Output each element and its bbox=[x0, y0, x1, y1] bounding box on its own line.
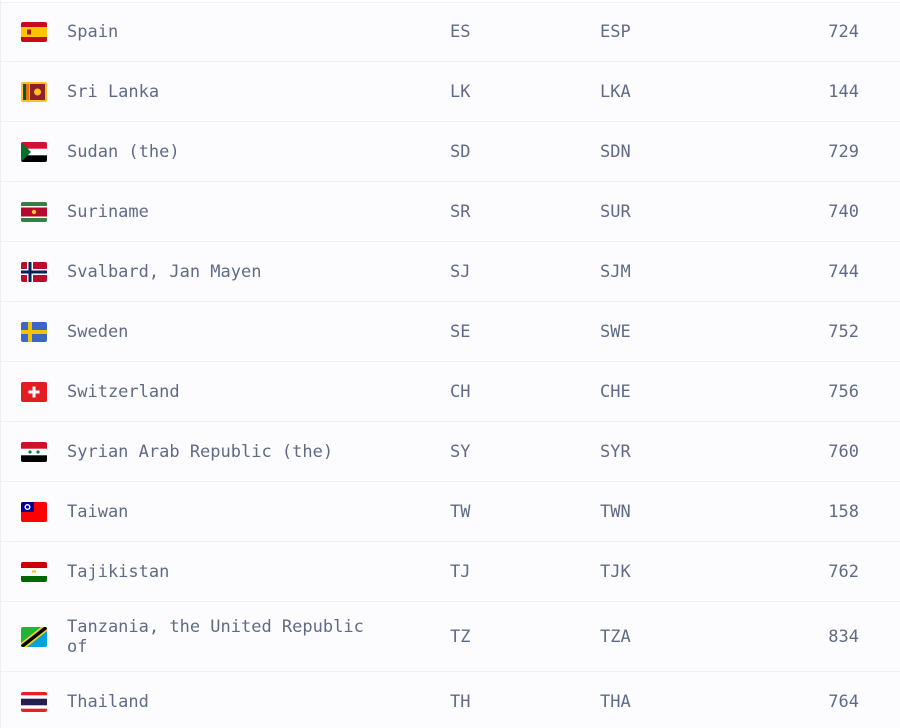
country-name: Syrian Arab Republic (the) bbox=[67, 441, 334, 462]
alpha3-code: CHE bbox=[600, 381, 631, 402]
country-name: Tanzania, the United Republic of bbox=[67, 616, 364, 657]
numeric-code: 740 bbox=[828, 201, 859, 222]
alpha3-code: SWE bbox=[600, 321, 631, 342]
country-name: Sweden bbox=[67, 321, 129, 342]
alpha2-code: SR bbox=[450, 201, 471, 222]
numeric-code: 729 bbox=[828, 141, 859, 162]
numeric-code: 764 bbox=[828, 691, 859, 712]
tanzania-flag-icon bbox=[21, 626, 47, 647]
alpha3-code: SUR bbox=[600, 201, 631, 222]
alpha3-code: SDN bbox=[600, 141, 631, 162]
table-row: Tanzania, the United Republic of TZ TZA … bbox=[1, 602, 900, 672]
suriname-flag-icon bbox=[21, 201, 47, 222]
table-row: Sri Lanka LK LKA 144 bbox=[1, 62, 900, 122]
country-name: Suriname bbox=[67, 201, 149, 222]
numeric-code: 158 bbox=[828, 501, 859, 522]
alpha2-code: SJ bbox=[450, 261, 471, 282]
table-row: Suriname SR SUR 740 bbox=[1, 182, 900, 242]
alpha2-code: TW bbox=[450, 501, 471, 522]
alpha3-code: TJK bbox=[600, 561, 631, 582]
thailand-flag-icon bbox=[21, 691, 47, 712]
alpha3-code: THA bbox=[600, 691, 631, 712]
tajikistan-flag-icon bbox=[21, 561, 47, 582]
alpha2-code: SD bbox=[450, 141, 471, 162]
alpha2-code: SE bbox=[450, 321, 471, 342]
table-row: Sudan (the) SD SDN 729 bbox=[1, 122, 900, 182]
alpha2-code: TH bbox=[450, 691, 471, 712]
country-name: Taiwan bbox=[67, 501, 129, 522]
alpha2-code: ES bbox=[450, 22, 471, 42]
table-row: Taiwan TW TWN 158 bbox=[1, 482, 900, 542]
alpha3-code: ESP bbox=[600, 22, 631, 42]
table-row: Switzerland CH CHE 756 bbox=[1, 362, 900, 422]
alpha3-code: SYR bbox=[600, 441, 631, 462]
table-row: Svalbard, Jan Mayen SJ SJM 744 bbox=[1, 242, 900, 302]
table-row: Tajikistan TJ TJK 762 bbox=[1, 542, 900, 602]
sweden-flag-icon bbox=[21, 321, 47, 342]
country-name: Switzerland bbox=[67, 381, 180, 402]
numeric-code: 752 bbox=[828, 321, 859, 342]
numeric-code: 760 bbox=[828, 441, 859, 462]
svalbard-flag-icon bbox=[21, 261, 47, 282]
sudan-flag-icon bbox=[21, 141, 47, 162]
country-name: Tajikistan bbox=[67, 561, 170, 582]
numeric-code: 724 bbox=[828, 22, 859, 42]
numeric-code: 834 bbox=[828, 626, 859, 647]
table-row: Spain ES ESP 724 bbox=[1, 2, 900, 62]
alpha2-code: TZ bbox=[450, 626, 471, 647]
numeric-code: 756 bbox=[828, 381, 859, 402]
numeric-code: 144 bbox=[828, 81, 859, 102]
taiwan-flag-icon bbox=[21, 501, 47, 522]
table-row: Syrian Arab Republic (the) SY SYR 760 bbox=[1, 422, 900, 482]
alpha2-code: SY bbox=[450, 441, 471, 462]
table-row: Thailand TH THA 764 bbox=[1, 672, 900, 728]
country-name: Thailand bbox=[67, 691, 149, 712]
alpha3-code: TZA bbox=[600, 626, 631, 647]
numeric-code: 762 bbox=[828, 561, 859, 582]
spain-flag-icon bbox=[21, 22, 47, 42]
sri-lanka-flag-icon bbox=[21, 81, 47, 102]
country-name: Sri Lanka bbox=[67, 81, 160, 102]
country-name: Spain bbox=[67, 22, 119, 42]
alpha3-code: SJM bbox=[600, 261, 631, 282]
alpha3-code: TWN bbox=[600, 501, 631, 522]
alpha2-code: LK bbox=[450, 81, 471, 102]
alpha2-code: TJ bbox=[450, 561, 471, 582]
syria-flag-icon bbox=[21, 441, 47, 462]
country-name: Sudan (the) bbox=[67, 141, 180, 162]
numeric-code: 744 bbox=[828, 261, 859, 282]
country-name: Svalbard, Jan Mayen bbox=[67, 261, 262, 282]
switzerland-flag-icon bbox=[21, 381, 47, 402]
country-code-table: Spain ES ESP 724 Sri Lanka LK LKA 144 Su… bbox=[0, 0, 900, 728]
table-row: Sweden SE SWE 752 bbox=[1, 302, 900, 362]
alpha2-code: CH bbox=[450, 381, 471, 402]
alpha3-code: LKA bbox=[600, 81, 631, 102]
